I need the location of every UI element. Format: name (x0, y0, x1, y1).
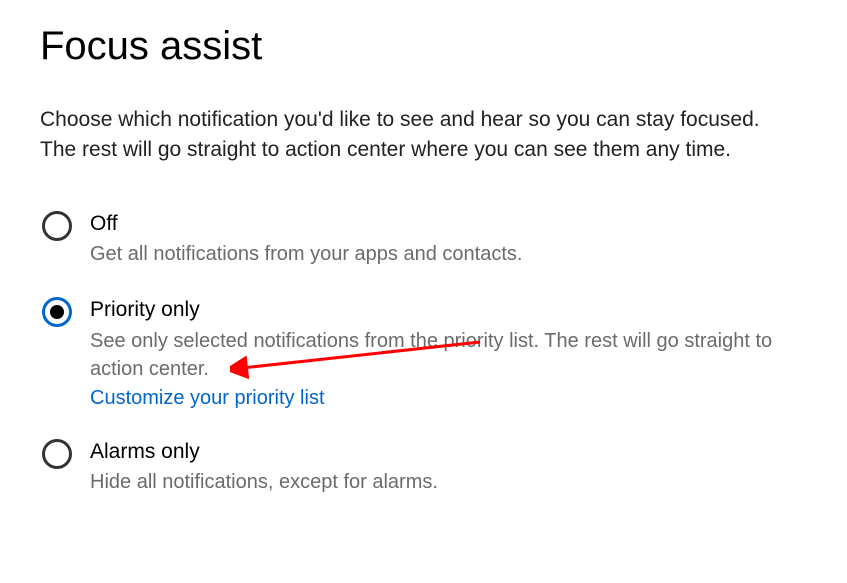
page-title: Focus assist (40, 24, 807, 69)
customize-priority-link[interactable]: Customize your priority list (90, 387, 807, 410)
radio-icon (42, 439, 72, 469)
radio-label-alarms: Alarms only (90, 438, 438, 466)
page-description: Choose which notification you'd like to … (40, 105, 800, 166)
radio-desc-alarms: Hide all notifications, except for alarm… (90, 468, 438, 496)
radio-desc-off: Get all notifications from your apps and… (90, 240, 522, 268)
radio-label-off: Off (90, 210, 522, 238)
radio-icon (42, 211, 72, 241)
radio-texts: Off Get all notifications from your apps… (90, 210, 522, 268)
focus-assist-radio-group: Off Get all notifications from your apps… (42, 210, 807, 496)
radio-option-alarms[interactable]: Alarms only Hide all notifications, exce… (42, 438, 807, 496)
radio-texts: Priority only See only selected notifica… (90, 296, 807, 409)
radio-label-priority: Priority only (90, 296, 807, 324)
radio-option-priority[interactable]: Priority only See only selected notifica… (42, 296, 807, 409)
radio-option-off[interactable]: Off Get all notifications from your apps… (42, 210, 807, 268)
radio-desc-priority: See only selected notifications from the… (90, 327, 807, 383)
radio-texts: Alarms only Hide all notifications, exce… (90, 438, 438, 496)
radio-icon (42, 297, 72, 327)
